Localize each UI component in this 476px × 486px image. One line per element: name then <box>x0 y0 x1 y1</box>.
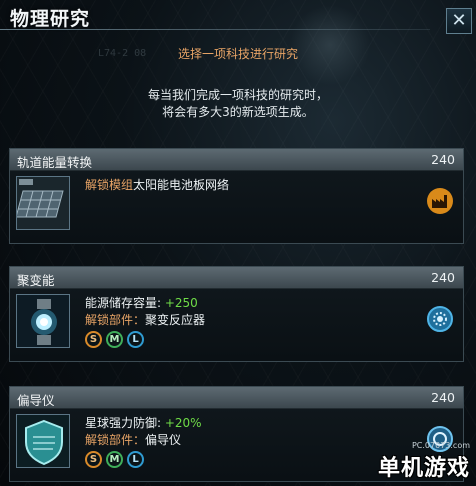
effect-line: 星球强力防御: +20% <box>85 415 202 432</box>
close-icon: ✕ <box>451 10 467 31</box>
tech-name: 轨道能量转换 <box>17 155 93 170</box>
tech-card-header: 轨道能量转换 240 <box>10 149 463 171</box>
size-badge-large: L <box>127 451 144 468</box>
tech-info: 能源储存容量: +250 解锁部件：聚变反应器 S M L <box>85 295 205 348</box>
unlock-label: 解锁部件： <box>85 313 146 327</box>
tech-name: 聚变能 <box>17 273 55 288</box>
unlock-label: 解锁模组 <box>85 178 134 192</box>
size-badge-small: S <box>85 451 102 468</box>
tech-card-orbital-energy[interactable]: 轨道能量转换 240 解锁模组太阳能电池板网络 <box>9 148 464 244</box>
unlock-line: 解锁模组太阳能电池板网络 <box>85 177 229 194</box>
tech-card-header: 聚变能 240 <box>10 267 463 289</box>
watermark-brand: 单机游戏 <box>377 456 470 481</box>
size-badges: S M L <box>85 451 202 468</box>
description-line-2: 将会有多大3的新选项生成。 <box>162 105 314 119</box>
effect-value: +250 <box>164 296 198 310</box>
unlock-value: 偏导仪 <box>145 433 182 447</box>
size-badge-medium: M <box>106 451 123 468</box>
effect-label: 能源储存容量: <box>85 296 165 310</box>
size-badge-medium: M <box>106 331 123 348</box>
unlock-value: 太阳能电池板网络 <box>133 178 230 192</box>
deflector-shield-icon <box>16 414 70 468</box>
tech-card-body: 能源储存容量: +250 解锁部件：聚变反应器 S M L <box>10 289 463 361</box>
size-badge-large: L <box>127 331 144 348</box>
instruction-description: 每当我们完成一项科技的研究时， 将会有多大3的新选项生成。 <box>0 87 476 121</box>
energy-gear-icon <box>427 306 453 332</box>
effect-value: +20% <box>164 416 202 430</box>
size-badge-small: S <box>85 331 102 348</box>
tech-card-body: 解锁模组太阳能电池板网络 <box>10 171 463 243</box>
tech-info: 解锁模组太阳能电池板网络 <box>85 177 229 194</box>
watermark-site: PC.07073.com <box>411 441 470 450</box>
window-title: 物理研究 <box>10 8 91 30</box>
tech-card-header: 偏导仪 240 <box>10 387 463 409</box>
description-line-1: 每当我们完成一项科技的研究时， <box>147 88 328 102</box>
tech-name: 偏导仪 <box>17 393 55 408</box>
unlock-value: 聚变反应器 <box>145 313 206 327</box>
effect-line: 能源储存容量: +250 <box>85 295 205 312</box>
industry-factory-icon <box>427 188 453 214</box>
unlock-line: 解锁部件：偏导仪 <box>85 432 202 449</box>
tech-info: 星球强力防御: +20% 解锁部件：偏导仪 S M L <box>85 415 202 468</box>
size-badges: S M L <box>85 331 205 348</box>
solar-panel-icon <box>16 176 70 230</box>
fusion-core-icon <box>16 294 70 348</box>
instruction-subtitle: 选择一项科技进行研究 <box>177 47 298 61</box>
effect-label: 星球强力防御: <box>85 416 165 430</box>
tech-card-fusion[interactable]: 聚变能 240 能源储存容量: +250 解锁部件：聚变反应器 S M L <box>9 266 464 362</box>
title-bar: 物理研究 <box>0 0 476 36</box>
unlock-label: 解锁部件： <box>85 433 146 447</box>
close-button[interactable]: ✕ <box>446 8 472 34</box>
tech-cost: 240 <box>431 270 455 285</box>
tech-cost: 240 <box>431 390 455 405</box>
title-divider <box>0 29 430 30</box>
unlock-line: 解锁部件：聚变反应器 <box>85 312 205 329</box>
tech-cost: 240 <box>431 152 455 167</box>
watermark: PC.07073.com 单机游戏 <box>378 441 470 482</box>
